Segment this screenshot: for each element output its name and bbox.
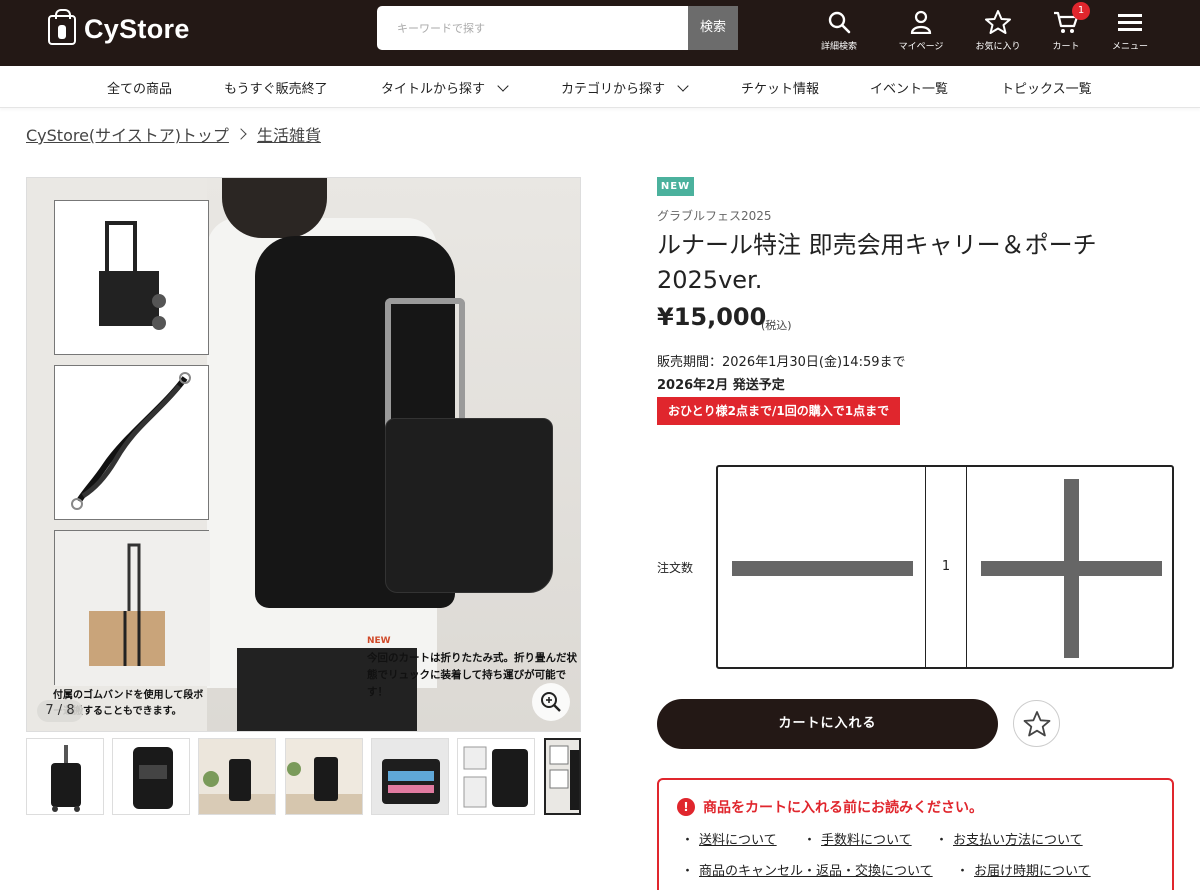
trolley-handle-image (385, 298, 465, 428)
nav-events[interactable]: イベント一覧 (870, 78, 948, 97)
mypage-link[interactable]: マイページ (881, 10, 961, 52)
detail-panel-box (54, 530, 210, 686)
product-main-image[interactable]: NEW 今回のカートは折りたたみ式。折り畳んだ状態でリュックに装着して持ち運びが… (26, 177, 581, 732)
breadcrumb-top-link[interactable]: CyStore(サイストア)トップ (26, 122, 229, 146)
thumb-room-image (199, 739, 275, 814)
product-price: ¥15,000 (657, 303, 767, 331)
site-header: CyStore キーワードで探す 検索 詳細検索 マイページ お気に入り カート… (0, 0, 1200, 66)
nav-label: イベント一覧 (870, 82, 949, 97)
tax-label: (税込) (761, 319, 792, 332)
logo-text: CyStore (84, 14, 190, 44)
nav-label: 全ての商品 (107, 82, 173, 97)
folding-cart-illustration (99, 221, 166, 330)
cart-with-box-illustration (55, 531, 210, 686)
notice-link-text: 手数料について (821, 833, 912, 848)
thumbnail-5[interactable] (371, 738, 449, 815)
nav-by-category[interactable]: カテゴリから探す (561, 78, 689, 97)
menu-button[interactable]: メニュー (1090, 10, 1170, 52)
thumb-backpack-image (113, 739, 189, 814)
star-icon (985, 10, 1011, 34)
quantity-increase-button[interactable] (967, 467, 1172, 667)
thumbnail-1[interactable] (26, 738, 104, 815)
zoom-button[interactable] (532, 683, 570, 721)
image-counter: 7 / 8 (37, 700, 83, 722)
breadcrumb-category-link[interactable]: 生活雑貨 (257, 122, 321, 146)
menu-label: メニュー (1111, 42, 1148, 52)
thumbnail-6[interactable] (457, 738, 535, 815)
notice-link-delivery[interactable]: ・お届け時期について (956, 860, 1091, 879)
thumbnail-7[interactable] (544, 738, 581, 815)
notice-link-text: 商品のキャンセル・返品・交換について (699, 864, 933, 879)
logo-bag-icon (48, 8, 76, 45)
thumb-room2-image (286, 739, 362, 814)
chevron-down-icon (677, 79, 689, 92)
advanced-search-label: 詳細検索 (820, 42, 857, 52)
nav-ending-soon[interactable]: もうすぐ販売終了 (224, 78, 328, 97)
purchase-limit-badge: おひとり様2点まで/1回の購入で1点まで (657, 397, 901, 425)
nav-label: もうすぐ販売終了 (224, 82, 328, 97)
caption-new-label: NEW (367, 636, 391, 646)
product-title: ルナール特注 即売会用キャリー＆ポーチ 2025ver. (657, 231, 1097, 294)
quantity-value[interactable]: 1 (926, 467, 967, 667)
notice-link-shipping-fee[interactable]: ・送料について (681, 829, 777, 848)
notice-heading-text: 商品をカートに入れる前にお読みください。 (703, 800, 983, 816)
site-logo[interactable]: CyStore (48, 8, 190, 45)
nav-label: チケット情報 (741, 82, 820, 97)
product-series: グラブルフェス2025 (657, 209, 772, 223)
breadcrumb: CyStore(サイストア)トップ 生活雑貨 (26, 122, 321, 146)
star-outline-icon (1023, 711, 1051, 737)
detail-panel-cart (54, 200, 209, 355)
notice-link-payment[interactable]: ・お支払い方法について (935, 829, 1083, 848)
nav-label: トピックス一覧 (1001, 82, 1092, 97)
nav-tickets[interactable]: チケット情報 (741, 78, 819, 97)
zoom-in-icon (541, 692, 561, 712)
model-hair (222, 178, 327, 238)
notice-link-cancel[interactable]: ・商品のキャンセル・返品・交換について (681, 860, 933, 879)
exclamation-icon: ! (677, 798, 695, 816)
nav-label: カテゴリから探す (561, 82, 666, 97)
global-nav: 全ての商品 もうすぐ販売終了 タイトルから探す カテゴリから探す チケット情報 … (0, 66, 1200, 108)
user-icon (910, 10, 932, 34)
thumb-features-image (458, 739, 534, 814)
notice-link-text: お届け時期について (974, 864, 1091, 879)
quantity-label: 注文数 (657, 561, 694, 575)
thumb-open-pouch-image (372, 739, 448, 814)
thumbnail-2[interactable] (112, 738, 190, 815)
menu-icon (1118, 14, 1142, 31)
chevron-down-icon (497, 79, 509, 92)
thumb-current-image (546, 740, 579, 813)
detail-panel-band (54, 365, 209, 520)
add-favorite-button[interactable] (1013, 700, 1060, 747)
add-to-cart-button[interactable]: カートに入れる (657, 699, 998, 749)
quantity-decrease-button[interactable] (718, 467, 926, 667)
nav-label: タイトルから探す (381, 82, 486, 97)
thumb-carry-image (27, 739, 103, 814)
notice-link-text: 送料について (699, 833, 777, 848)
notice-heading: ! 商品をカートに入れる前にお読みください。 (677, 797, 983, 817)
nav-topics[interactable]: トピックス一覧 (1001, 78, 1092, 97)
sales-period: 販売期間：2026年1月30日(金)14:59まで (657, 355, 906, 370)
rubber-band-illustration (71, 372, 191, 510)
advanced-search-link[interactable]: 詳細検索 (799, 10, 879, 52)
search-icon (828, 11, 851, 34)
new-badge: NEW (657, 177, 694, 196)
chevron-right-icon (235, 128, 247, 140)
search-button[interactable]: 検索 (688, 6, 738, 50)
search-input[interactable]: キーワードで探す (377, 6, 688, 50)
cart-count-badge: 1 (1072, 2, 1090, 20)
quantity-stepper: 1 (716, 465, 1174, 669)
notice-box: ! 商品をカートに入れる前にお読みください。 ・送料について ・手数料について … (657, 778, 1174, 890)
thumbnail-3[interactable] (198, 738, 276, 815)
mypage-label: マイページ (898, 42, 944, 52)
nav-by-title[interactable]: タイトルから探す (381, 78, 509, 97)
thumbnail-4[interactable] (285, 738, 363, 815)
notice-link-handling-fee[interactable]: ・手数料について (803, 829, 912, 848)
notice-link-text: お支払い方法について (953, 833, 1083, 848)
shipping-schedule: 2026年2月 発送予定 (657, 378, 785, 393)
nav-all-products[interactable]: 全ての商品 (107, 78, 172, 97)
pouch-image (385, 418, 553, 593)
